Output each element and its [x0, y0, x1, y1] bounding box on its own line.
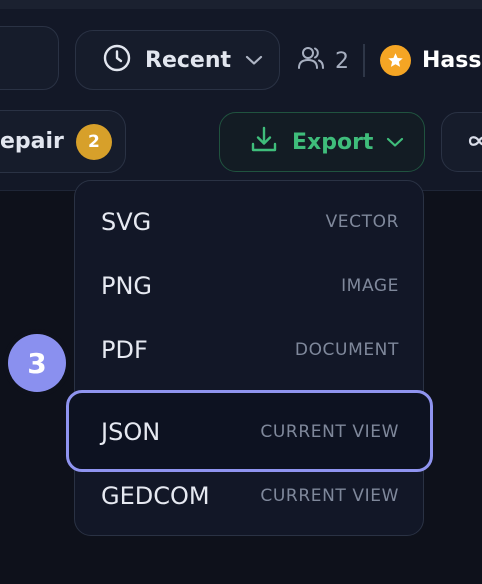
app-root: Recent 2 Hassa epair 2 [0, 0, 482, 584]
user-name: Hassa [422, 48, 482, 73]
menu-item-gedcom[interactable]: GEDCOM CURRENT VIEW [75, 464, 425, 528]
repair-count-badge: 2 [75, 123, 112, 160]
collaborators-count: 2 [335, 48, 349, 74]
users-icon [297, 45, 325, 77]
star-icon [380, 45, 411, 76]
chevron-down-icon [245, 51, 263, 70]
search-field[interactable] [0, 26, 59, 90]
export-button[interactable]: Export [219, 112, 425, 172]
recent-label: Recent [145, 47, 232, 73]
step-badge: 3 [8, 334, 66, 392]
collaborators[interactable]: 2 [297, 45, 349, 77]
top-border [0, 0, 482, 9]
recent-button[interactable]: Recent [75, 30, 280, 90]
menu-item-format: JSON [101, 418, 161, 446]
export-label: Export [292, 129, 374, 155]
menu-item-json[interactable]: JSON CURRENT VIEW [75, 400, 425, 464]
user-menu[interactable]: Hassa [380, 44, 482, 77]
repair-button[interactable]: epair 2 [0, 110, 126, 173]
export-menu-overlay: JSON CURRENT VIEW GEDCOM CURRENT VIEW [74, 180, 424, 536]
menu-item-hint: CURRENT VIEW [260, 486, 399, 506]
clock-icon [103, 44, 131, 76]
menu-item-hint: CURRENT VIEW [260, 422, 399, 442]
download-icon [250, 125, 278, 159]
menu-item-format: GEDCOM [101, 482, 210, 510]
repair-label: epair [0, 129, 64, 154]
infinity-icon [466, 130, 482, 155]
toolbar-divider [363, 44, 365, 77]
chevron-down-icon [386, 133, 404, 152]
more-options-button[interactable] [441, 112, 482, 172]
